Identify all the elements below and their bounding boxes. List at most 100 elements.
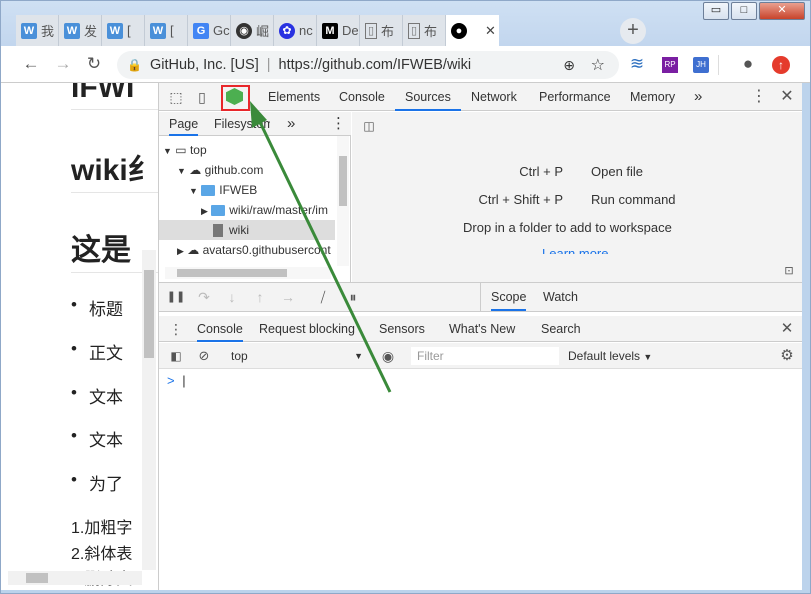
tab-sensors[interactable]: Sensors	[379, 316, 425, 342]
shortcut-action: Run command	[591, 192, 676, 207]
page-vertical-scrollbar[interactable]	[142, 250, 156, 570]
tab-filesystem[interactable]: Filesystem	[214, 112, 270, 136]
owl-icon: ◉	[236, 22, 252, 39]
profile-avatar-icon[interactable]: ●	[736, 52, 760, 76]
context-selector[interactable]: top ▼	[231, 343, 363, 369]
browser-tab[interactable]: ▯ 布	[403, 15, 446, 46]
tab-page[interactable]: Page	[169, 112, 199, 136]
step-out-icon[interactable]: ↑	[249, 286, 271, 308]
zoom-icon[interactable]: ⊕	[563, 57, 575, 74]
back-icon[interactable]: ←	[19, 52, 43, 76]
deactivate-breakpoints-icon[interactable]: ⧸	[312, 286, 334, 308]
drawer-menu-icon[interactable]: ⋮	[165, 318, 187, 340]
tab-watch[interactable]: Watch	[543, 283, 578, 311]
scrollbar-thumb[interactable]	[177, 269, 287, 277]
extension-rp-icon[interactable]: RP	[662, 57, 678, 73]
clear-console-icon[interactable]: ⊘	[193, 345, 215, 367]
bookmark-star-icon[interactable]: ☆	[591, 55, 605, 75]
tree-item-top[interactable]: ▼ ▭ top	[163, 140, 207, 160]
new-tab-button[interactable]: +	[620, 18, 646, 44]
extension-layers-icon[interactable]: ≋	[625, 52, 649, 76]
toggle-debugger-icon[interactable]: ⊡	[778, 260, 800, 282]
window-border	[802, 83, 810, 590]
console-sidebar-icon[interactable]: ◧	[165, 345, 187, 367]
minimize-button[interactable]: ▭	[703, 2, 729, 20]
close-window-button[interactable]: ✕	[759, 2, 805, 20]
tab-drawer-console[interactable]: Console	[197, 316, 243, 342]
browser-tab[interactable]: ● ✕	[446, 15, 499, 46]
browser-tab[interactable]: M De	[317, 15, 360, 46]
page-horizontal-scrollbar[interactable]	[8, 571, 142, 585]
more-nav-tabs-button[interactable]: »	[287, 112, 295, 136]
more-tabs-button[interactable]: »	[694, 83, 702, 111]
cloud-icon: ☁	[187, 243, 200, 257]
tab-sources[interactable]: Sources	[395, 83, 461, 111]
tab-console[interactable]: Console	[339, 83, 385, 111]
learn-more-link[interactable]: Learn more	[542, 246, 608, 254]
browser-tab[interactable]: ◉ 崛	[231, 15, 274, 46]
navigator-scrollbar[interactable]	[337, 136, 349, 266]
tab-network[interactable]: Network	[471, 83, 517, 111]
close-devtools-icon[interactable]: ✕	[776, 86, 798, 108]
step-over-icon[interactable]: ↷	[193, 286, 215, 308]
pause-icon[interactable]: ❚❚	[165, 286, 187, 308]
tree-item-file-selected[interactable]: wiki	[159, 220, 335, 240]
cloud-icon: ☁	[189, 163, 202, 177]
toggle-navigator-icon[interactable]: ◫	[358, 115, 380, 137]
address-bar[interactable]: 🔒 GitHub, Inc. [US] | https://github.com…	[117, 51, 619, 79]
tree-item-domain[interactable]: ▼ ☁ github.com	[177, 160, 263, 180]
tree-item-avatars[interactable]: ▶ ☁ avatars0.githubusercont	[177, 240, 337, 260]
reload-icon[interactable]: ↻	[82, 52, 106, 76]
maximize-button[interactable]: □	[731, 2, 757, 20]
device-toolbar-icon[interactable]: ▯	[191, 86, 213, 108]
frame-icon: ▭	[175, 143, 187, 157]
devtools-menu-icon[interactable]: ⋮	[748, 86, 770, 108]
tab-performance[interactable]: Performance	[539, 83, 611, 111]
doc-icon: ▯	[408, 22, 420, 39]
tree-item-org[interactable]: ▼ IFWEB	[189, 180, 257, 200]
extension-jh-icon[interactable]: JH	[693, 57, 709, 73]
tab-whats-new[interactable]: What's New	[449, 316, 515, 342]
navigator-h-scrollbar[interactable]	[165, 267, 331, 279]
tab-scope[interactable]: Scope	[491, 283, 527, 311]
browser-tab[interactable]: W我	[16, 15, 59, 46]
navigator-menu-icon[interactable]: ⋮	[331, 112, 346, 136]
console-filter-input[interactable]: Filter	[411, 347, 559, 365]
close-tab-icon[interactable]: ✕	[485, 23, 496, 39]
tab-title: De	[342, 23, 359, 38]
browser-tab[interactable]: W[	[102, 15, 145, 46]
tab-request-blocking[interactable]: Request blocking	[259, 316, 355, 342]
tab-elements[interactable]: Elements	[268, 83, 320, 111]
close-drawer-icon[interactable]: ✕	[776, 318, 798, 340]
browser-tab[interactable]: W发	[59, 15, 102, 46]
debugger-toolbar: ❚❚ ↷ ↓ ↑ → ⧸ ⏸ Scope Watch	[159, 282, 803, 312]
log-levels-dropdown[interactable]: Default levels ▼	[568, 343, 652, 369]
update-icon[interactable]: ↑	[772, 56, 790, 74]
ifweb-icon: W	[64, 22, 80, 39]
console-settings-gear-icon[interactable]: ⚙	[776, 345, 798, 367]
browser-tab[interactable]: G Gc	[188, 15, 231, 46]
bullet-item: 正文	[71, 339, 123, 364]
step-into-icon[interactable]: ↓	[221, 286, 243, 308]
tree-label: top	[189, 143, 207, 157]
tree-item-path[interactable]: ▶ wiki/raw/master/im	[201, 200, 336, 220]
tab-title: 发	[84, 24, 98, 39]
highlight-box	[221, 85, 250, 111]
browser-tab[interactable]: ▯ 布	[360, 15, 403, 46]
scrollbar-thumb[interactable]	[26, 573, 48, 583]
live-expression-eye-icon[interactable]: ◉	[377, 345, 399, 367]
browser-tab[interactable]: ✿ nc	[274, 15, 317, 46]
scrollbar-thumb[interactable]	[339, 156, 347, 206]
tab-title: Gc	[213, 23, 230, 38]
forward-icon[interactable]: →	[51, 52, 75, 76]
console-prompt[interactable]: > |	[167, 373, 186, 388]
tab-memory[interactable]: Memory	[630, 83, 675, 111]
browser-tab[interactable]: W[	[145, 15, 188, 46]
text-cursor: |	[182, 373, 186, 388]
scrollbar-thumb[interactable]	[144, 270, 154, 358]
navigator-tabs: Page Filesystem » ⋮	[159, 112, 351, 136]
tab-search[interactable]: Search	[541, 316, 581, 342]
inspect-element-icon[interactable]: ⬚	[165, 86, 187, 108]
step-icon[interactable]: →	[277, 286, 299, 308]
pause-on-exceptions-icon[interactable]: ⏸	[342, 286, 364, 308]
